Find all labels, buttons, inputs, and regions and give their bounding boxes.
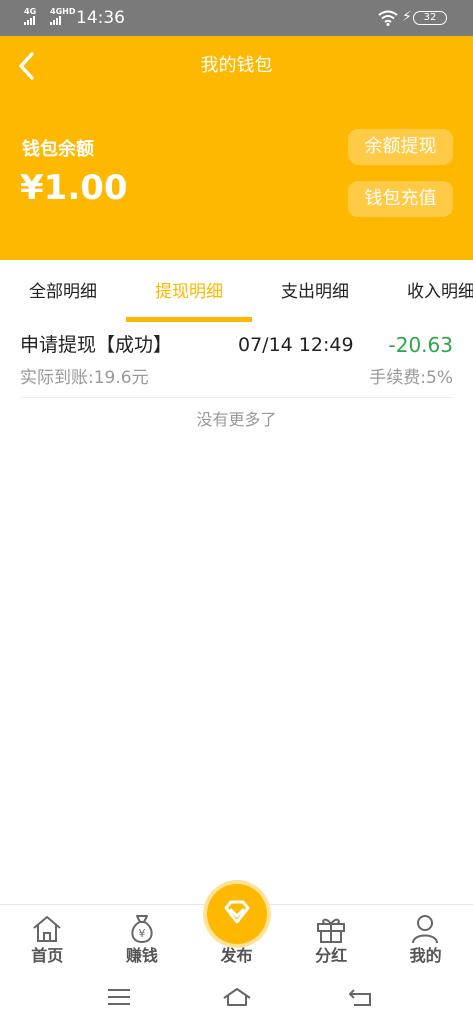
balance-value: ¥1.00: [20, 168, 128, 208]
user-icon: [412, 915, 439, 944]
record-actual-amount: 实际到账:19.6元: [20, 368, 149, 388]
money-bag-icon: ¥: [130, 915, 153, 944]
nav-dividend[interactable]: 分红: [284, 905, 379, 975]
status-time: 14:36: [76, 8, 125, 28]
system-nav-bar: [0, 974, 473, 1024]
tab-income[interactable]: 收入明细: [378, 260, 473, 324]
nav-earn[interactable]: ¥ 赚钱: [95, 905, 190, 975]
signal-icon: [24, 15, 35, 25]
record-amount: -20.63: [388, 333, 453, 357]
tab-withdraw[interactable]: 提现明细: [126, 260, 252, 324]
tab-expense[interactable]: 支出明细: [252, 260, 378, 324]
status-bar: 4G 4GHD 14:36 ⚡ 32: [0, 0, 473, 36]
balance-label: 钱包余额: [22, 139, 94, 160]
withdraw-button[interactable]: 余额提现: [348, 129, 453, 165]
tab-all[interactable]: 全部明细: [0, 260, 126, 324]
battery-indicator: 32: [413, 11, 447, 25]
signal-icon-2: [50, 15, 61, 25]
tab-bar: 全部明细 提现明细 支出明细 收入明细: [0, 260, 473, 324]
active-tab-indicator: [126, 317, 252, 322]
nav-label: 发布: [220, 946, 253, 965]
wallet-header: 我的钱包 钱包余额 ¥1.00 余额提现 钱包充值: [0, 36, 473, 260]
svg-text:¥: ¥: [138, 927, 145, 940]
publish-button[interactable]: [207, 884, 267, 944]
record-title: 申请提现【成功】: [20, 334, 173, 356]
nav-mine[interactable]: 我的: [378, 905, 473, 975]
record-time: 07/14 12:49: [238, 334, 354, 356]
nav-label: 赚钱: [125, 946, 158, 965]
no-more-text: 没有更多了: [196, 410, 277, 429]
page-title: 我的钱包: [200, 55, 273, 76]
nav-label: 我的: [409, 946, 442, 965]
home-icon: [33, 916, 61, 942]
recharge-button[interactable]: 钱包充值: [348, 181, 453, 217]
charging-icon: ⚡: [402, 9, 412, 25]
nav-label: 首页: [31, 946, 64, 965]
list-item[interactable]: 申请提现【成功】 07/14 12:49 -20.63 实际到账:19.6元 手…: [20, 324, 453, 398]
menu-icon[interactable]: [106, 986, 132, 1008]
record-fee: 手续费:5%: [369, 368, 453, 388]
nav-home[interactable]: 首页: [0, 905, 95, 975]
diamond-icon: [224, 900, 250, 924]
gift-icon: [316, 918, 345, 943]
back-nav-icon[interactable]: [348, 986, 374, 1008]
nav-label: 分红: [315, 946, 348, 965]
home-nav-icon[interactable]: [222, 986, 252, 1008]
wifi-icon: [378, 10, 398, 26]
